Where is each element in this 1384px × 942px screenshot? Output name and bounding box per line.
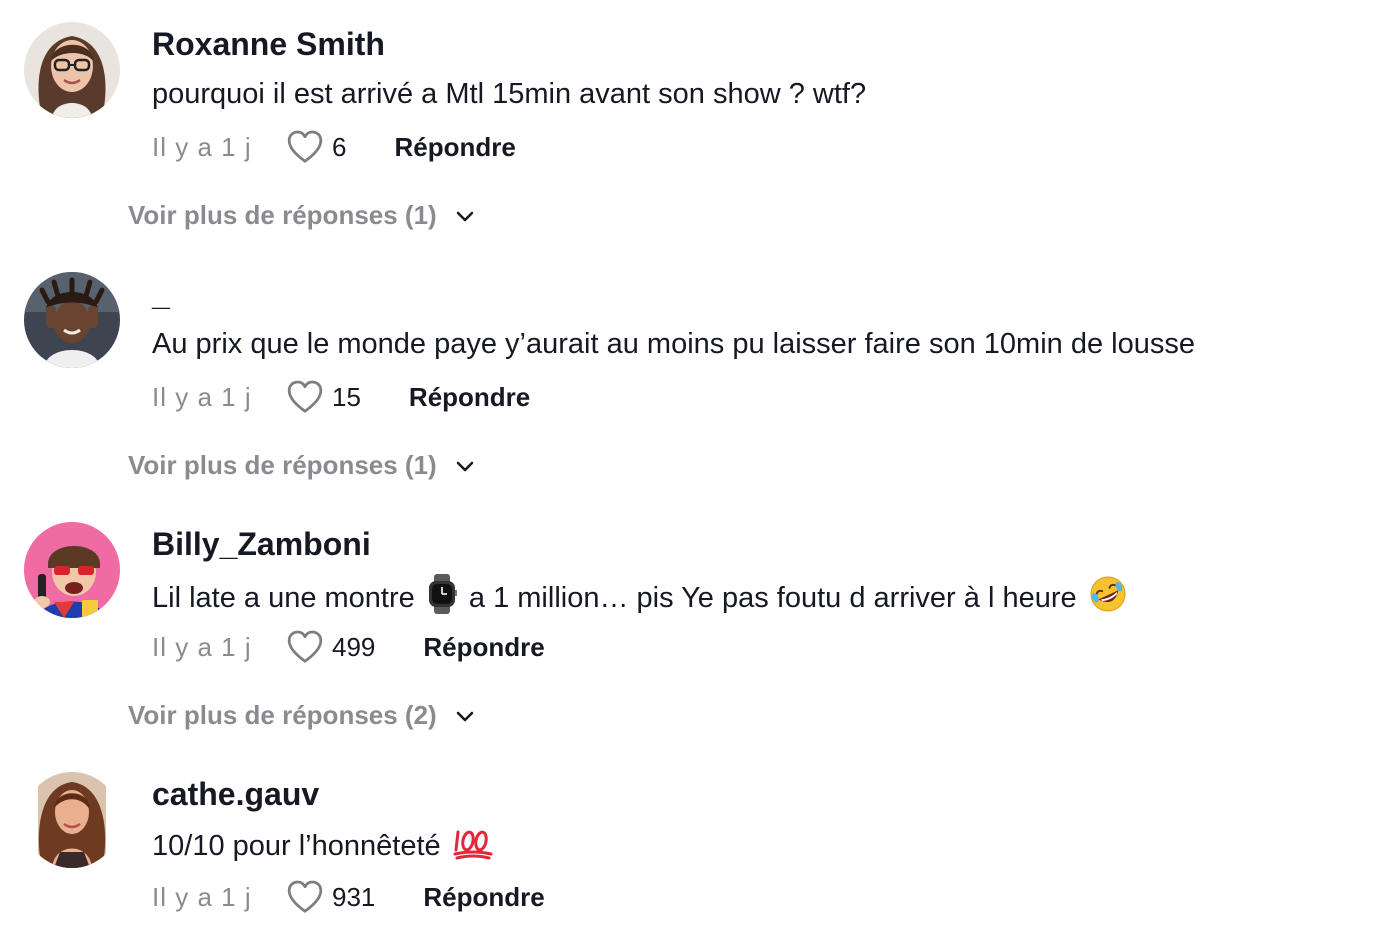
comment-timestamp: Il y a 1 j — [152, 631, 252, 662]
comment-text: Lil late a une montre a 1 million… pis Y… — [152, 574, 1131, 625]
avatar-photo-icon — [24, 22, 120, 118]
like-count: 15 — [332, 381, 361, 412]
watch-emoji-icon — [427, 574, 457, 625]
comment-username[interactable]: Roxanne Smith — [152, 24, 385, 64]
comment-meta: Il y a 1 j 499 Répondre — [152, 626, 545, 668]
reply-button[interactable]: Répondre — [423, 882, 544, 913]
heart-outline-icon — [287, 380, 323, 413]
comment-text-part: 10/10 pour l’honnêteté — [152, 830, 441, 863]
view-more-replies-label: Voir plus de réponses (2) — [128, 700, 437, 730]
avatar-photo-icon — [24, 272, 120, 368]
comment-text-part: Lil late a une montre — [152, 582, 415, 615]
like-button[interactable]: 15 — [286, 379, 361, 415]
reply-button[interactable]: Répondre — [409, 382, 530, 413]
like-button[interactable]: 499 — [286, 629, 375, 665]
comment-text-part: a 1 million… pis Ye pas foutu d arriver … — [468, 582, 1077, 615]
comment-meta: Il y a 1 j 15 Répondre — [152, 376, 530, 418]
comment-text: 10/10 pour l’honnêteté — [152, 824, 497, 871]
comment-meta: Il y a 1 j 6 Répondre — [152, 126, 516, 168]
comment-username[interactable]: Billy_Zamboni — [152, 524, 371, 564]
avatar[interactable] — [24, 772, 120, 868]
view-more-replies-label: Voir plus de réponses (1) — [128, 450, 437, 480]
comment-text: pourquoi il est arrivé a Mtl 15min avant… — [152, 78, 867, 110]
heart-outline-icon — [287, 630, 323, 663]
heart-outline-icon — [287, 880, 323, 913]
comment-item: Billy_Zamboni Lil late a une montre a 1 … — [0, 500, 1384, 750]
view-more-replies-button[interactable]: Voir plus de réponses (1) — [128, 200, 477, 231]
comment-timestamp: Il y a 1 j — [152, 381, 252, 412]
view-more-replies-button[interactable]: Voir plus de réponses (2) — [128, 700, 477, 731]
like-count: 6 — [332, 131, 347, 162]
avatar-photo-icon — [24, 522, 120, 618]
like-button[interactable]: 931 — [286, 879, 375, 915]
reply-button[interactable]: Répondre — [394, 132, 515, 163]
view-more-replies-label: Voir plus de réponses (1) — [128, 200, 437, 230]
comment-item: _ Au prix que le monde paye y’aurait au … — [0, 250, 1384, 500]
comment-item: Roxanne Smith pourquoi il est arrivé a M… — [0, 0, 1384, 250]
avatar[interactable] — [24, 272, 120, 368]
like-count: 931 — [332, 881, 376, 912]
comment-timestamp: Il y a 1 j — [152, 881, 252, 912]
view-more-replies-button[interactable]: Voir plus de réponses (1) — [128, 450, 477, 481]
chevron-down-icon — [456, 211, 473, 221]
chevron-down-icon — [456, 461, 473, 471]
hundred-points-emoji-icon — [453, 824, 493, 871]
comment-item: cathe.gauv 10/10 pour l’honnêteté Il y a… — [0, 750, 1384, 942]
avatar[interactable] — [24, 522, 120, 618]
like-button[interactable]: 6 — [286, 129, 346, 165]
chevron-down-icon — [456, 711, 473, 721]
comment-timestamp: Il y a 1 j — [152, 131, 252, 162]
comment-meta: Il y a 1 j 931 Répondre — [152, 876, 545, 918]
avatar[interactable] — [24, 22, 120, 118]
like-count: 499 — [332, 631, 376, 662]
heart-outline-icon — [287, 130, 323, 163]
reply-button[interactable]: Répondre — [423, 632, 544, 663]
comment-username[interactable]: _ — [152, 274, 170, 314]
avatar-photo-icon — [24, 772, 120, 868]
comment-text: Au prix que le monde paye y’aurait au mo… — [152, 328, 1195, 360]
comment-username[interactable]: cathe.gauv — [152, 774, 319, 814]
rolling-on-floor-laughing-emoji-icon — [1089, 575, 1127, 624]
